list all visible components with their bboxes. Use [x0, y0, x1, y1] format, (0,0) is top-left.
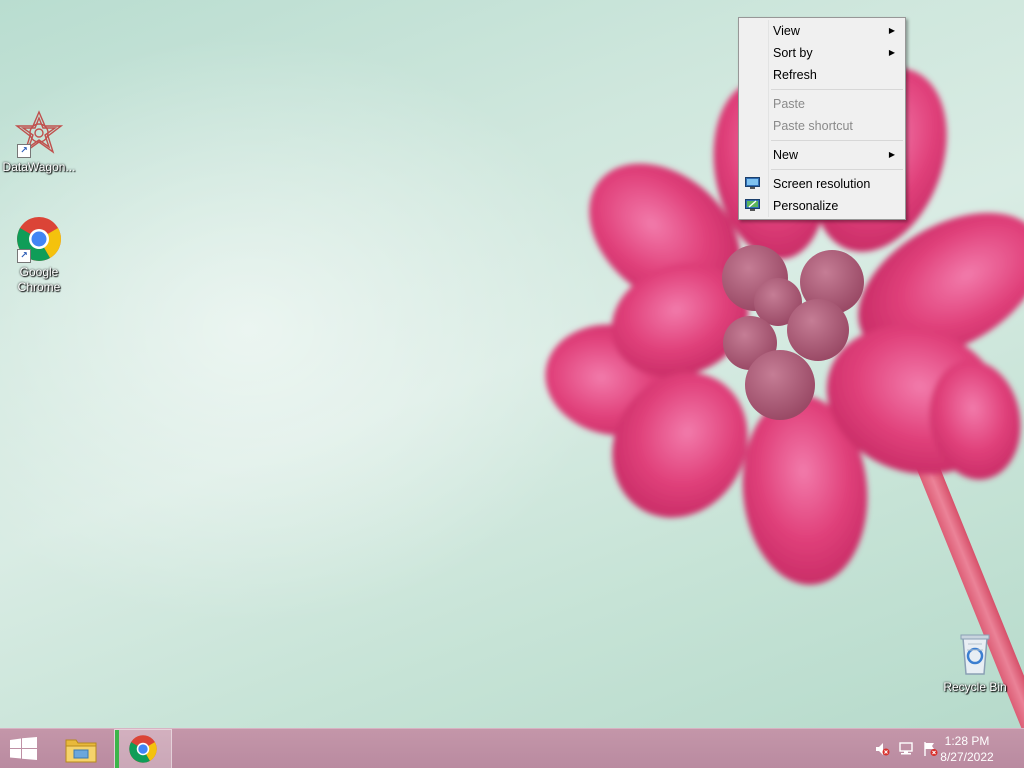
- menu-item-label: Paste shortcut: [773, 119, 853, 133]
- menu-item-view[interactable]: View ▶: [739, 20, 905, 42]
- taskbar-file-explorer[interactable]: [58, 729, 104, 768]
- start-button[interactable]: [0, 729, 48, 768]
- desktop-icon-label: DataWagon...: [2, 160, 76, 174]
- chrome-icon: [129, 735, 157, 763]
- menu-item-paste-shortcut: Paste shortcut: [739, 115, 905, 137]
- menu-item-label: New: [773, 148, 799, 162]
- menu-item-label: Refresh: [773, 68, 817, 82]
- datawagon-icon: ↗: [14, 110, 64, 158]
- menu-item-label: Sort by: [773, 46, 813, 60]
- submenu-arrow-icon: ▶: [888, 26, 895, 35]
- menu-item-personalize[interactable]: Personalize: [739, 195, 905, 217]
- desktop-context-menu: View ▶ Sort by ▶ Refresh Paste Paste sho…: [738, 17, 906, 220]
- shortcut-arrow-icon: ↗: [17, 144, 31, 158]
- menu-item-sort-by[interactable]: Sort by ▶: [739, 42, 905, 64]
- desktop-icon-label: Recycle Bin: [943, 680, 1007, 694]
- personalize-icon: [745, 199, 760, 211]
- desktop-icon-google-chrome[interactable]: ↗ Google Chrome: [1, 215, 77, 295]
- menu-item-label: Personalize: [773, 199, 839, 213]
- menu-item-refresh[interactable]: Refresh: [739, 64, 905, 86]
- clock-date: 8/27/2022: [940, 750, 994, 764]
- menu-item-label: Screen resolution: [773, 177, 871, 191]
- menu-item-label: View: [773, 24, 800, 38]
- desktop-icon-datawagon[interactable]: ↗ DataWagon...: [1, 110, 77, 175]
- screen-resolution-icon: [745, 177, 760, 189]
- windows-logo-icon: [10, 737, 37, 760]
- system-clock[interactable]: 1:28 PM 8/27/2022: [932, 733, 1002, 765]
- shortcut-arrow-icon: ↗: [17, 249, 31, 263]
- menu-separator: [771, 89, 903, 90]
- network-icon[interactable]: [898, 741, 914, 757]
- desktop-background[interactable]: ↗ DataWagon... ↗ Google Chrome Recycle B…: [0, 0, 1024, 728]
- submenu-arrow-icon: ▶: [888, 48, 895, 57]
- desktop-icon-label: Google Chrome: [17, 265, 61, 294]
- menu-item-label: Paste: [773, 97, 805, 111]
- desktop-icon-recycle-bin[interactable]: Recycle Bin: [937, 630, 1013, 695]
- chrome-icon: ↗: [15, 215, 63, 263]
- taskbar-chrome[interactable]: [114, 729, 172, 768]
- taskbar: 1:28 PM 8/27/2022: [0, 728, 1024, 768]
- menu-separator: [771, 169, 903, 170]
- menu-separator: [771, 140, 903, 141]
- clock-time: 1:28 PM: [944, 734, 990, 748]
- volume-muted-icon[interactable]: [874, 741, 890, 757]
- menu-item-screen-resolution[interactable]: Screen resolution: [739, 173, 905, 195]
- recycle-bin-icon: [951, 630, 999, 678]
- menu-item-new[interactable]: New ▶: [739, 144, 905, 166]
- menu-item-paste: Paste: [739, 93, 905, 115]
- file-explorer-icon: [65, 739, 97, 763]
- submenu-arrow-icon: ▶: [888, 150, 895, 159]
- active-indicator: [115, 730, 119, 768]
